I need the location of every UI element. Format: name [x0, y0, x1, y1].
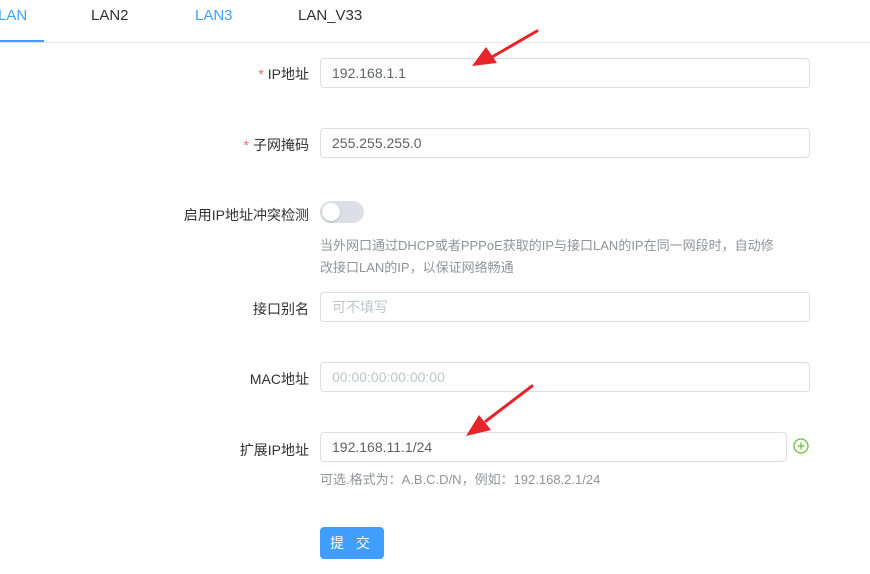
conflict-toggle[interactable] — [320, 201, 364, 223]
toggle-knob — [322, 203, 340, 221]
add-circle-icon[interactable] — [793, 438, 809, 454]
mac-input[interactable] — [320, 362, 810, 392]
mask-label-text: 子网掩码 — [253, 137, 309, 153]
tab-bar: LAN LAN2 LAN3 LAN_V33 — [0, 0, 870, 43]
alias-input[interactable] — [320, 292, 810, 322]
conflict-help-line2: 改接口LAN的IP，以保证网络畅通 — [320, 260, 514, 275]
active-tab-indicator — [0, 40, 44, 42]
mask-input[interactable] — [320, 128, 810, 158]
ext-ip-input[interactable] — [320, 432, 787, 462]
ip-label-text: IP地址 — [267, 66, 309, 82]
conflict-label: 启用IP地址冲突检测 — [183, 207, 309, 223]
mask-label: * 子网掩码 — [244, 135, 309, 155]
alias-label: 接口别名 — [253, 301, 309, 317]
submit-button[interactable]: 提 交 — [320, 527, 384, 559]
ext-ip-help: 可选.格式为：A.B.C.D/N，例如：192.168.2.1/24 — [320, 472, 601, 487]
tab-lan2[interactable]: LAN2 — [91, 0, 129, 42]
ext-ip-label: 扩展IP地址 — [239, 442, 309, 458]
tab-lan[interactable]: LAN — [0, 0, 27, 42]
ip-input[interactable] — [320, 58, 810, 88]
mac-label: MAC地址 — [249, 371, 309, 387]
conflict-help: 当外网口通过DHCP或者PPPoE获取的IP与接口LAN的IP在同一网段时，自动… — [320, 235, 774, 279]
arrow-ext-ip — [466, 384, 534, 436]
tab-lan3[interactable]: LAN3 — [195, 0, 233, 42]
ip-label: * IP地址 — [258, 64, 309, 84]
required-mark: * — [258, 66, 264, 82]
required-mark: * — [243, 137, 249, 153]
tab-lan-v33[interactable]: LAN_V33 — [298, 0, 362, 42]
conflict-help-line1: 当外网口通过DHCP或者PPPoE获取的IP与接口LAN的IP在同一网段时，自动… — [320, 238, 774, 253]
